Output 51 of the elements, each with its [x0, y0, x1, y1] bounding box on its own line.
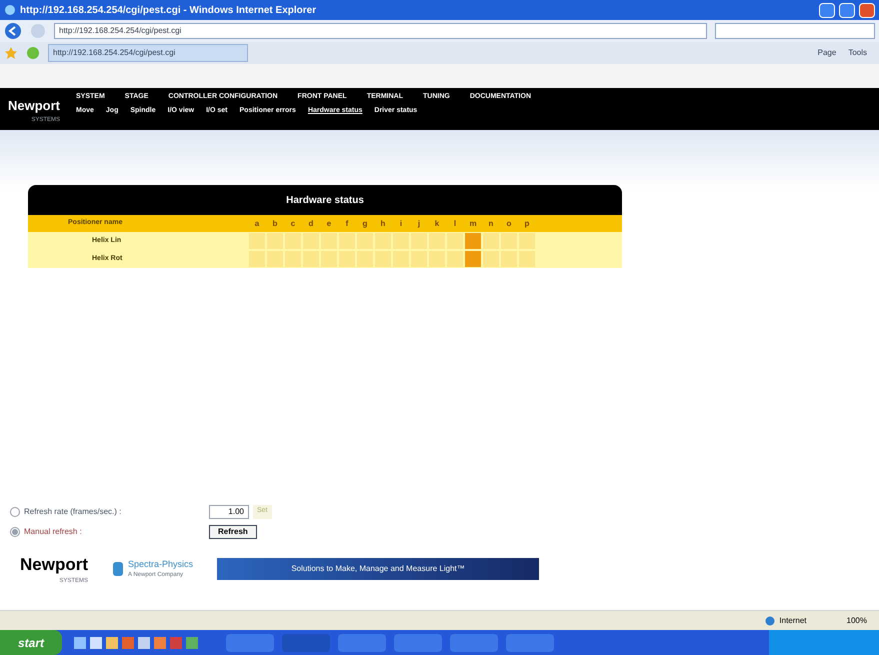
radio-button[interactable]	[10, 506, 20, 516]
star-icon[interactable]	[4, 46, 18, 60]
column-header: k	[434, 218, 440, 230]
column-header: c	[290, 218, 296, 230]
column-header: p	[524, 218, 530, 230]
maximize-button[interactable]	[839, 2, 855, 18]
close-button[interactable]	[859, 2, 875, 18]
table-title-bar: Hardware status	[28, 185, 622, 215]
taskbar-button[interactable]	[226, 634, 274, 652]
column-header: o	[506, 218, 512, 230]
rate-field[interactable]: 1.00	[209, 504, 249, 518]
window-title: http://192.168.254.254/cgi/pest.cgi - Windows Internet Explorer	[20, 4, 318, 18]
taskbar-button[interactable]	[282, 634, 330, 652]
search-field[interactable]	[715, 23, 875, 39]
column-header: n	[488, 218, 494, 230]
minimize-button[interactable]	[819, 2, 835, 18]
address-field[interactable]: http://192.168.254.254/cgi/pest.cgi	[54, 23, 707, 39]
column-header: a	[254, 218, 260, 230]
browser-tab[interactable]: http://192.168.254.254/cgi/pest.cgi	[48, 44, 248, 62]
column-header: f	[344, 218, 350, 230]
radio-label: Refresh rate (frames/sec.) :	[24, 506, 122, 518]
browser-icon	[4, 4, 16, 16]
toolbar-menu[interactable]: Page	[818, 47, 836, 59]
toolbar-menu[interactable]: Tools	[848, 47, 867, 59]
partner-logo: Spectra-Physics	[128, 558, 194, 571]
taskbar-button[interactable]	[394, 634, 442, 652]
taskbar-button[interactable]	[338, 634, 386, 652]
radio-label: Manual refresh :	[24, 526, 83, 538]
column-header: i	[398, 218, 404, 230]
footer-logo: Newport	[20, 554, 88, 576]
column-header: b	[272, 218, 278, 230]
forward-icon[interactable]	[30, 23, 46, 39]
column-header: j	[416, 218, 422, 230]
zoom-level[interactable]: 100%	[846, 614, 867, 626]
slogan-banner: Solutions to Make, Manage and Measure Light™	[217, 558, 540, 580]
radio-button[interactable]	[10, 526, 20, 536]
column-header: h	[380, 218, 386, 230]
column-header: m	[468, 218, 478, 230]
start-button[interactable]: start	[0, 630, 62, 655]
column-header: l	[452, 218, 458, 230]
column-header: e	[326, 218, 332, 230]
partner-logo-icon	[112, 560, 124, 577]
globe-icon	[765, 616, 776, 626]
back-icon[interactable]	[4, 22, 22, 40]
refresh-button[interactable]: Refresh	[209, 524, 257, 538]
logo: Newport	[8, 97, 60, 115]
taskbar-button[interactable]	[450, 634, 498, 652]
security-zone: Internet	[779, 614, 807, 626]
column-header: g	[362, 218, 368, 230]
taskbar-button[interactable]	[506, 634, 554, 652]
column-header: d	[308, 218, 314, 230]
